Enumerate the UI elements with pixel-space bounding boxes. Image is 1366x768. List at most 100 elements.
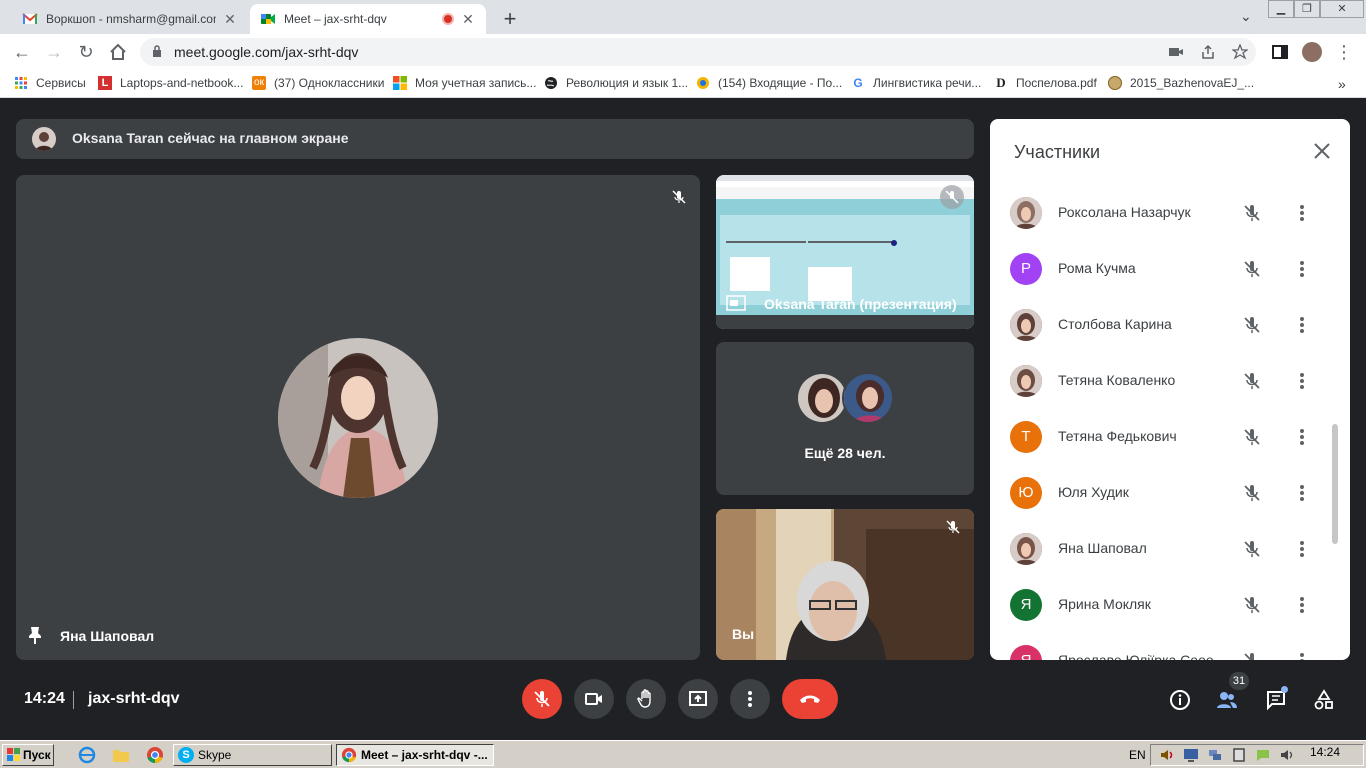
more-vert-icon[interactable] xyxy=(1300,203,1304,223)
more-bookmarks-button[interactable]: » xyxy=(1338,76,1346,92)
more-options-button[interactable] xyxy=(730,679,770,719)
meeting-clock: 14:24 xyxy=(24,690,65,707)
toggle-camera-button[interactable] xyxy=(574,679,614,719)
mic-off-icon xyxy=(1244,429,1260,445)
participant-avatar xyxy=(1010,365,1042,397)
self-video-tile[interactable]: Вы xyxy=(716,509,974,660)
participant-row[interactable]: Яна Шаповал xyxy=(990,521,1350,577)
chrome-icon[interactable] xyxy=(146,746,164,764)
more-vert-icon[interactable] xyxy=(1300,651,1304,660)
more-vert-icon xyxy=(748,691,752,707)
bookmark-bazhenova[interactable]: 2015_BazhenovaEJ_... xyxy=(1108,76,1254,90)
bookmark-pospelova[interactable]: D Поспелова.pdf xyxy=(994,75,1097,91)
more-vert-icon[interactable] xyxy=(1300,371,1304,391)
more-vert-icon[interactable] xyxy=(1300,595,1304,615)
participant-avatar-small xyxy=(796,372,848,424)
chat-app-icon[interactable] xyxy=(1255,747,1271,763)
language-indicator[interactable]: EN xyxy=(1129,748,1146,762)
speaker-icon[interactable] xyxy=(1159,747,1175,763)
volume-icon[interactable] xyxy=(1279,747,1295,763)
activities-icon[interactable] xyxy=(1313,689,1335,711)
device-icon[interactable] xyxy=(1231,747,1247,763)
more-participants-tile[interactable]: Ещё 28 чел. xyxy=(716,342,974,495)
participant-row[interactable]: Тетяна Коваленко xyxy=(990,353,1350,409)
profile-avatar[interactable] xyxy=(1302,42,1322,62)
pdf-icon: D xyxy=(996,75,1006,90)
bookmark-linguistics[interactable]: G Лингвистика речи... xyxy=(851,76,981,90)
raise-hand-button[interactable] xyxy=(626,679,666,719)
participant-row[interactable]: Ю Юля Худик xyxy=(990,465,1350,521)
participant-name: Тетяна Коваленко xyxy=(1058,372,1176,388)
bookmark-label: Laptops-and-netbook... xyxy=(120,76,244,90)
divider xyxy=(73,691,74,709)
more-vert-icon[interactable] xyxy=(1300,427,1304,447)
info-icon[interactable] xyxy=(1169,689,1191,711)
main-video-tile[interactable]: Яна Шаповал xyxy=(16,175,700,660)
reload-button[interactable]: ↻ xyxy=(76,42,96,62)
presenter-avatar xyxy=(32,127,56,151)
network-icon[interactable] xyxy=(1207,747,1223,763)
close-window-button[interactable]: ✕ xyxy=(1320,0,1364,18)
meet-icon xyxy=(261,14,275,24)
close-icon[interactable] xyxy=(1312,141,1332,161)
start-button[interactable]: Пуск xyxy=(2,744,54,766)
address-bar[interactable]: meet.google.com/jax-srht-dqv xyxy=(140,38,1256,66)
bookmark-apps[interactable]: Сервисы xyxy=(14,76,86,90)
camera-in-use-icon[interactable] xyxy=(1168,44,1184,60)
taskbar-meet[interactable]: Meet – jax-srht-dqv -... xyxy=(336,744,494,766)
mic-off-icon xyxy=(1244,485,1260,501)
bookmark-label: (154) Входящие - По... xyxy=(718,76,843,90)
bookmark-inbox[interactable]: (154) Входящие - По... xyxy=(696,76,842,90)
more-participants-label: Ещё 28 чел. xyxy=(804,445,886,461)
participant-row[interactable]: Я Ярина Мокляк xyxy=(990,577,1350,633)
bookmark-microsoft[interactable]: Моя учетная запись... xyxy=(393,76,536,90)
participant-row[interactable]: Роксолана Назарчук xyxy=(990,185,1350,241)
menu-icon[interactable]: ⋮ xyxy=(1334,42,1354,62)
tab-search-icon[interactable]: ⌄ xyxy=(1240,8,1252,25)
bookmark-laptops[interactable]: L Laptops-and-netbook... xyxy=(98,76,243,90)
bookmark-revolution[interactable]: Революция и язык 1... xyxy=(544,76,688,90)
home-icon[interactable] xyxy=(108,42,128,62)
taskbar-skype[interactable]: S Skype xyxy=(173,744,332,766)
new-tab-button[interactable]: + xyxy=(498,6,522,32)
minimize-button[interactable]: ▁ xyxy=(1268,0,1294,18)
hand-icon xyxy=(637,689,651,708)
more-vert-icon[interactable] xyxy=(1300,483,1304,503)
chat-notification-dot xyxy=(1281,686,1288,693)
tab-gmail[interactable]: Воркшоп - nmsharm@gmail.com - G ✕ xyxy=(12,4,248,34)
panel-scrollbar[interactable] xyxy=(1332,424,1338,544)
more-vert-icon[interactable] xyxy=(1300,259,1304,279)
task-label: Skype xyxy=(198,748,232,762)
back-button[interactable]: ← xyxy=(12,42,32,62)
participant-row[interactable]: Р Рома Кучма xyxy=(990,241,1350,297)
sidebar-icon[interactable] xyxy=(1270,42,1290,62)
participant-row[interactable]: Я Ярославе Юліїрка Сеее xyxy=(990,633,1350,660)
present-now-button[interactable] xyxy=(678,679,718,719)
bookmark-star-icon[interactable] xyxy=(1232,44,1248,60)
windows-taskbar: Пуск S Skype Meet – jax-srht-dqv -... EN… xyxy=(0,740,1366,768)
share-icon[interactable] xyxy=(1200,44,1216,60)
bookmark-odnoklassniki[interactable]: ок (37) Одноклассники xyxy=(252,76,384,90)
leave-call-button[interactable] xyxy=(782,679,838,719)
presentation-tile[interactable]: Oksana Taran (презентация) xyxy=(716,175,974,329)
participant-row[interactable]: Т Тетяна Федькович xyxy=(990,409,1350,465)
close-tab-icon[interactable]: ✕ xyxy=(222,11,238,28)
pin-icon[interactable] xyxy=(28,626,42,644)
participant-row[interactable]: Столбова Карина xyxy=(990,297,1350,353)
restore-button[interactable]: ❐ xyxy=(1294,0,1320,18)
participant-avatar: Я xyxy=(1010,589,1042,621)
microsoft-icon xyxy=(393,76,407,90)
more-vert-icon[interactable] xyxy=(1300,315,1304,335)
ie-icon[interactable] xyxy=(78,746,96,764)
monitor-icon[interactable] xyxy=(1183,747,1199,763)
people-icon[interactable] xyxy=(1216,689,1238,711)
participant-avatar: Т xyxy=(1010,421,1042,453)
forward-button[interactable]: → xyxy=(44,42,64,62)
close-tab-icon[interactable]: ✕ xyxy=(460,11,476,28)
bookmark-label: Поспелова.pdf xyxy=(1016,76,1097,90)
folder-icon[interactable] xyxy=(112,746,130,764)
tab-meet[interactable]: Meet – jax-srht-dqv ✕ xyxy=(250,4,486,34)
more-vert-icon[interactable] xyxy=(1300,539,1304,559)
participant-avatar xyxy=(1010,533,1042,565)
toggle-mic-button[interactable] xyxy=(522,679,562,719)
